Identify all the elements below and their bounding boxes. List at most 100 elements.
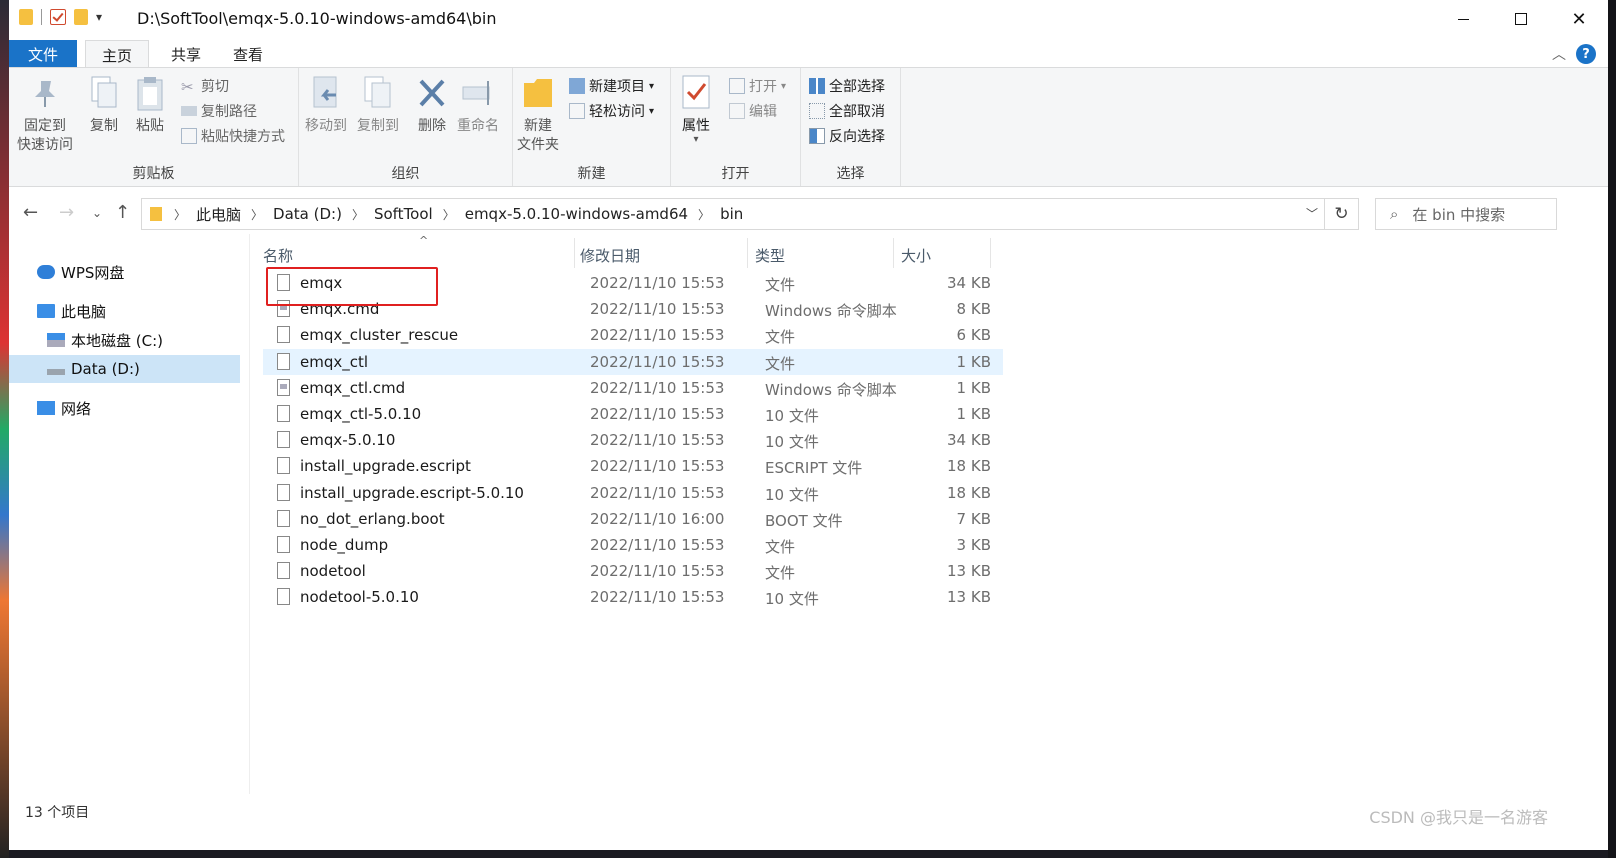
search-icon: ⌕ bbox=[1390, 205, 1399, 223]
easy-access-icon bbox=[569, 103, 585, 119]
column-modified[interactable]: 修改日期 bbox=[580, 245, 640, 266]
new-folder-icon[interactable] bbox=[74, 9, 88, 25]
new-item-dropdown-icon: ▾ bbox=[649, 80, 655, 92]
address-dropdown-chevron-icon[interactable]: ﹀ bbox=[1306, 205, 1318, 222]
copy-path-icon bbox=[181, 106, 197, 116]
rename-button[interactable]: 重命名 bbox=[457, 74, 499, 136]
column-divider[interactable] bbox=[747, 238, 748, 268]
copy-to-button[interactable]: 复制到 bbox=[357, 74, 399, 136]
file-name: emqx_cluster_rescue bbox=[300, 326, 459, 345]
breadcrumb-data-d[interactable]: Data (D:) bbox=[273, 205, 342, 223]
file-icon bbox=[277, 326, 290, 344]
breadcrumb-bin[interactable]: bin bbox=[720, 205, 743, 223]
column-type[interactable]: 类型 bbox=[755, 245, 785, 266]
separator bbox=[41, 9, 42, 25]
new-folder-button[interactable]: 新建 文件夹 bbox=[517, 74, 559, 155]
address-bar[interactable]: 〉 此电脑 〉 Data (D:) 〉 SoftTool 〉 emqx-5.0.… bbox=[141, 198, 1359, 230]
maximize-button[interactable] bbox=[1492, 0, 1550, 38]
breadcrumb-this-pc[interactable]: 此电脑 bbox=[196, 204, 241, 225]
file-row[interactable]: emqx_ctl-5.0.10 2022/11/10 15:53 10 文件 1 KB bbox=[263, 401, 1003, 427]
invert-selection-button[interactable]: 反向选择 bbox=[809, 126, 885, 146]
nav-item-this-pc[interactable]: 此电脑 bbox=[37, 297, 106, 325]
cut-button[interactable]: ✂ 剪切 bbox=[181, 76, 229, 96]
refresh-icon[interactable]: ↻ bbox=[1324, 199, 1358, 229]
properties-button[interactable]: 属性 ▾ bbox=[679, 74, 713, 145]
column-divider[interactable] bbox=[990, 238, 991, 268]
breadcrumb-emqx[interactable]: emqx-5.0.10-windows-amd64 bbox=[465, 205, 688, 223]
minimize-button[interactable] bbox=[1434, 0, 1492, 38]
close-button[interactable]: ✕ bbox=[1550, 0, 1608, 38]
tab-home[interactable]: 主页 bbox=[85, 40, 150, 69]
select-none-button[interactable]: 全部取消 bbox=[809, 101, 885, 121]
file-row[interactable]: no_dot_erlang.boot 2022/11/10 16:00 BOOT 文… bbox=[263, 506, 1003, 532]
nav-item-network[interactable]: 网络 bbox=[37, 394, 91, 422]
file-type: 文件 bbox=[765, 537, 796, 556]
column-divider[interactable] bbox=[893, 238, 894, 268]
help-icon[interactable]: ? bbox=[1576, 44, 1596, 64]
tab-view[interactable]: 查看 bbox=[217, 40, 279, 68]
nav-item-wps[interactable]: WPS网盘 bbox=[37, 258, 124, 286]
breadcrumb-separator-icon[interactable]: 〉 bbox=[174, 206, 186, 223]
annotation-highlight-box bbox=[266, 267, 438, 306]
easy-access-label: 轻松访问 bbox=[589, 104, 645, 120]
properties-checkmark-icon[interactable] bbox=[50, 9, 66, 25]
copy-path-button[interactable]: 复制路径 bbox=[181, 101, 257, 121]
breadcrumb-separator-icon[interactable]: 〉 bbox=[251, 206, 263, 223]
file-icon bbox=[277, 483, 290, 501]
file-row[interactable]: emqx_ctl.cmd 2022/11/10 15:53 Windows 命令脚本… bbox=[263, 375, 1003, 401]
file-name: no_dot_erlang.boot bbox=[300, 509, 445, 528]
collapse-ribbon-icon[interactable]: ︿ bbox=[1552, 44, 1566, 64]
column-header: ^ 名称 修改日期 类型 大小 bbox=[263, 234, 1003, 270]
copy-button[interactable]: 复制 bbox=[87, 74, 121, 136]
nav-label-wps: WPS网盘 bbox=[61, 263, 125, 282]
customize-toolbar-arrow-icon[interactable]: ▾ bbox=[96, 10, 102, 24]
delete-button[interactable]: 删除 bbox=[415, 74, 449, 136]
tab-file[interactable]: 文件 bbox=[9, 40, 77, 68]
file-icon bbox=[277, 509, 290, 527]
file-type: 10 文件 bbox=[765, 590, 819, 609]
file-row[interactable]: emqx_ctl 2022/11/10 15:53 文件 1 KB bbox=[263, 348, 1003, 375]
nav-item-drive-c[interactable]: 本地磁盘 (C:) bbox=[47, 326, 163, 354]
breadcrumb-separator-icon[interactable]: 〉 bbox=[352, 206, 364, 223]
paste-button[interactable]: 粘贴 bbox=[133, 74, 167, 136]
paste-shortcut-button[interactable]: 粘贴快捷方式 bbox=[181, 126, 285, 146]
file-type: Windows 命令脚本 bbox=[765, 380, 897, 399]
new-folder-label-2: 文件夹 bbox=[517, 137, 559, 153]
new-folder-icon-large bbox=[521, 74, 555, 112]
up-arrow-icon[interactable]: ↑ bbox=[115, 202, 130, 223]
select-all-button[interactable]: 全部选择 bbox=[809, 76, 885, 96]
nav-item-drive-d[interactable]: Data (D:) bbox=[9, 355, 240, 383]
breadcrumb-separator-icon[interactable]: 〉 bbox=[698, 206, 710, 223]
tab-share[interactable]: 共享 bbox=[155, 40, 217, 68]
breadcrumb-softtool[interactable]: SoftTool bbox=[374, 205, 433, 223]
new-item-button[interactable]: 新建项目 ▾ bbox=[569, 76, 654, 96]
file-row[interactable]: emqx-5.0.10 2022/11/10 15:53 10 文件 34 KB bbox=[263, 427, 1003, 453]
file-size: 3 KB bbox=[956, 535, 991, 554]
pin-quick-access-button[interactable]: 固定到 快速访问 bbox=[17, 74, 73, 155]
file-type: 文件 bbox=[765, 328, 796, 347]
sort-ascending-icon: ^ bbox=[419, 234, 429, 247]
search-box[interactable]: ⌕ 在 bin 中搜索 bbox=[1375, 198, 1557, 230]
file-size: 1 KB bbox=[956, 404, 991, 423]
move-to-button[interactable]: 移动到 bbox=[305, 74, 347, 136]
copy-to-icon bbox=[361, 74, 395, 112]
breadcrumb-separator-icon[interactable]: 〉 bbox=[443, 206, 455, 223]
back-arrow-icon[interactable]: ← bbox=[23, 202, 38, 223]
easy-access-button[interactable]: 轻松访问 ▾ bbox=[569, 101, 654, 121]
file-row[interactable]: node_dump 2022/11/10 15:53 文件 3 KB bbox=[263, 532, 1003, 558]
easy-access-dropdown-icon: ▾ bbox=[649, 105, 655, 117]
column-name[interactable]: 名称 bbox=[263, 245, 293, 266]
file-modified: 2022/11/10 15:53 bbox=[590, 274, 725, 292]
column-divider[interactable] bbox=[574, 238, 575, 268]
file-row[interactable]: emqx_cluster_rescue 2022/11/10 15:53 文件 6 K… bbox=[263, 322, 1003, 348]
file-row[interactable]: nodetool 2022/11/10 15:53 文件 13 KB bbox=[263, 558, 1003, 584]
recent-locations-chevron-icon[interactable]: ⌄ bbox=[92, 206, 102, 220]
open-button[interactable]: 打开 ▾ bbox=[729, 76, 786, 96]
forward-arrow-icon[interactable]: → bbox=[59, 202, 74, 223]
file-row[interactable]: install_upgrade.escript-5.0.10 2022/11/10… bbox=[263, 480, 1003, 506]
file-row[interactable]: install_upgrade.escript 2022/11/10 15:53 E… bbox=[263, 453, 1003, 479]
file-row[interactable]: nodetool-5.0.10 2022/11/10 15:53 10 文件 13 K… bbox=[263, 584, 1003, 610]
column-size[interactable]: 大小 bbox=[901, 245, 931, 266]
edit-button[interactable]: 编辑 bbox=[729, 101, 777, 121]
new-group-label: 新建 bbox=[577, 166, 606, 182]
